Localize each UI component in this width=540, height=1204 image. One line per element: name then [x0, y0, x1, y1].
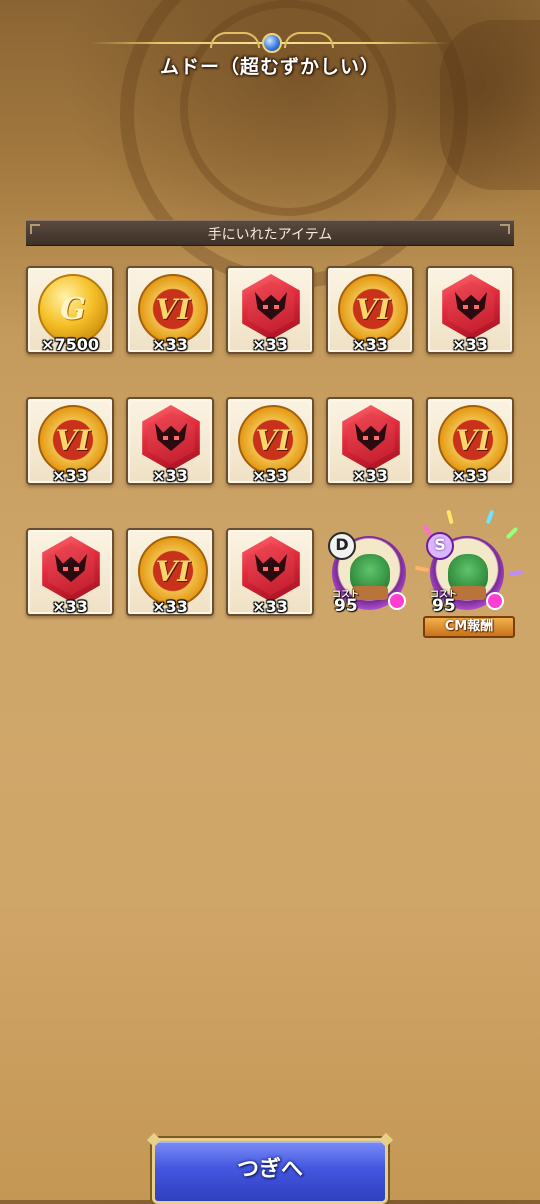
monster-reward-d[interactable]: D コスト 95: [328, 532, 408, 616]
vi-medal-icon: VI: [138, 274, 208, 344]
vi-medal-icon: VI: [138, 536, 208, 606]
item-quantity: ×33: [152, 466, 188, 485]
next-button-label: つぎへ: [236, 1157, 303, 1182]
reward-item-tile[interactable]: VI ×33: [326, 266, 414, 354]
item-quantity: ×7500: [41, 335, 99, 354]
next-button[interactable]: つぎへ: [146, 1132, 394, 1204]
button-corner-ornament: [378, 1132, 394, 1148]
crest-eyes: [263, 305, 279, 309]
coin-glyph: VI: [155, 554, 191, 588]
reward-item-tile[interactable]: VI ×33: [26, 397, 114, 485]
reward-item-tile[interactable]: ×33: [26, 528, 114, 616]
sparkle-ray: [446, 509, 454, 525]
item-quantity: ×33: [52, 597, 88, 616]
item-quantity: ×33: [152, 597, 188, 616]
coin-glyph: VI: [155, 292, 191, 326]
reward-item-tile[interactable]: ×33: [426, 266, 514, 354]
vi-medal-icon: VI: [338, 274, 408, 344]
background-emblem: [440, 20, 540, 190]
reward-item-tile[interactable]: VI ×33: [126, 266, 214, 354]
item-quantity: ×33: [152, 335, 188, 354]
reward-item-tile[interactable]: VI ×33: [126, 528, 214, 616]
reward-item-tile[interactable]: VI ×33: [426, 397, 514, 485]
reward-item-tile[interactable]: ×33: [326, 397, 414, 485]
coin-glyph: VI: [55, 423, 91, 457]
item-quantity: ×33: [52, 466, 88, 485]
cost-value: 95: [432, 596, 456, 616]
sparkle-ray: [505, 526, 519, 540]
vi-medal-icon: VI: [238, 405, 308, 475]
reward-item-tile[interactable]: ×33: [226, 528, 314, 616]
obtained-items-label: 手にいれたアイテム: [207, 227, 333, 243]
item-quantity: ×33: [252, 335, 288, 354]
item-quantity: ×33: [352, 466, 388, 485]
reward-item-tile[interactable]: ×33: [126, 397, 214, 485]
monster-reward-s[interactable]: S コスト 95: [426, 532, 506, 616]
pink-orb-icon: [388, 592, 406, 610]
title-ornament-curl: [210, 32, 260, 48]
pink-orb-icon: [486, 592, 504, 610]
cost-value: 95: [334, 596, 358, 616]
crest-eyes: [363, 436, 379, 440]
rank-badge: D: [328, 532, 356, 560]
vi-medal-icon: VI: [38, 405, 108, 475]
item-quantity: ×33: [452, 466, 488, 485]
sparkle-ray: [485, 509, 495, 525]
coin-glyph: G: [60, 291, 86, 327]
rank-badge: S: [426, 532, 454, 560]
stage-title: ムドー（超むずかしい）: [159, 56, 380, 78]
obtained-items-header: 手にいれたアイテム: [26, 220, 514, 246]
gold-coin-icon: G: [38, 274, 108, 344]
coin-glyph: VI: [455, 423, 491, 457]
item-quantity: ×33: [452, 335, 488, 354]
vi-medal-icon: VI: [438, 405, 508, 475]
coin-glyph: VI: [355, 292, 391, 326]
item-quantity: ×33: [252, 466, 288, 485]
crest-eyes: [163, 436, 179, 440]
crest-eyes: [263, 567, 279, 571]
coin-glyph: VI: [255, 423, 291, 457]
cm-reward-badge: CM報酬: [423, 616, 515, 638]
reward-item-tile[interactable]: ×33: [226, 266, 314, 354]
button-corner-ornament: [146, 1132, 162, 1148]
crest-eyes: [463, 305, 479, 309]
sparkle-ray: [508, 569, 524, 577]
reward-item-tile[interactable]: G ×7500: [26, 266, 114, 354]
crest-eyes: [63, 567, 79, 571]
title-gem-icon: [262, 33, 282, 53]
reward-item-tile[interactable]: VI ×33: [226, 397, 314, 485]
item-quantity: ×33: [352, 335, 388, 354]
stage-title-frame: ムドー（超むずかしい）: [90, 30, 450, 80]
item-quantity: ×33: [252, 597, 288, 616]
title-ornament-curl: [284, 32, 334, 48]
